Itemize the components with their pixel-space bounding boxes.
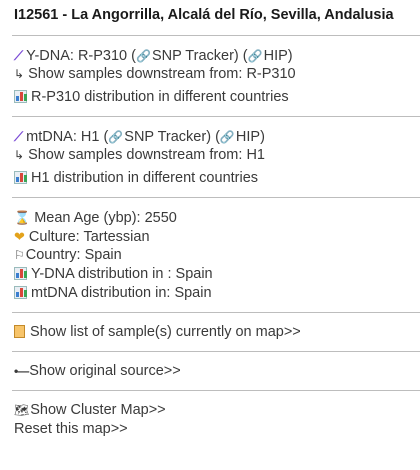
mtdna-label: mtDNA: H1 ( xyxy=(26,129,109,145)
sample-list-label: Show list of sample(s) currently on map>… xyxy=(30,324,301,340)
bar-chart-icon xyxy=(14,89,27,103)
mean-age: ⌛ Mean Age (ybp): 2550 xyxy=(14,208,406,227)
original-source-label: Show original source>> xyxy=(29,363,181,379)
mtdna-country-distribution-label: mtDNA distribution in: Spain xyxy=(31,285,212,301)
ydna-downstream-label: Show samples downstream from: R-P310 xyxy=(28,66,296,82)
arrow-return-icon: ↳ xyxy=(14,148,25,162)
country: ⚐Country: Spain xyxy=(14,246,406,265)
bar-chart-icon xyxy=(14,266,27,280)
paren-separator: ) ( xyxy=(233,48,248,64)
paren-close: ) xyxy=(260,129,265,145)
mtdna-section: ⟋ mtDNA: H1 (🔗SNP Tracker) (🔗HIP) ↳ Show s… xyxy=(14,117,406,197)
info-section: ⌛ Mean Age (ybp): 2550 ❤ Culture: Tartessi… xyxy=(14,198,406,312)
map-section: 🗺Show Cluster Map>> Reset this map>> xyxy=(14,391,406,448)
mean-age-label: Mean Age (ybp): 2550 xyxy=(34,210,177,226)
paren-close: ) xyxy=(287,48,293,64)
country-label: Country: Spain xyxy=(25,247,122,263)
ydna-section: ⟋ Y-DNA: R-P310 (🔗SNP Tracker) (🔗HIP) ↳ Sh… xyxy=(14,36,406,116)
mtdna-hip-link[interactable]: HIP xyxy=(236,129,260,145)
source-section: •—Show original source>> xyxy=(14,352,406,390)
mtdna-downstream-label: Show samples downstream from: H1 xyxy=(28,147,265,163)
sample-title: I12561 - La Angorrilla, Alcalá del Río, … xyxy=(14,7,394,23)
ydna-downstream-link[interactable]: ↳ Show samples downstream from: R-P310 xyxy=(14,65,406,84)
mtdna-snp-tracker-link[interactable]: SNP Tracker xyxy=(124,129,206,145)
ydna-hip-link[interactable]: HIP xyxy=(264,48,288,64)
hourglass-icon: ⌛ xyxy=(14,210,31,225)
culture-label: Culture: Tartessian xyxy=(28,229,150,245)
world-map-icon: 🗺 xyxy=(14,403,30,417)
dash-icon: •— xyxy=(14,364,29,378)
ydna-distribution-link[interactable]: R-P310 distribution in different countri… xyxy=(14,88,406,107)
culture: ❤ Culture: Tartessian xyxy=(14,227,406,246)
link-icon: 🔗 xyxy=(135,49,151,64)
ydna-distribution-label: R-P310 distribution in different countri… xyxy=(31,89,289,105)
mtdna-distribution-link[interactable]: H1 distribution in different countries xyxy=(14,169,406,188)
sample-list-link[interactable]: Show list of sample(s) currently on map>… xyxy=(14,323,406,342)
link-icon: 🔗 xyxy=(219,130,235,145)
mtdna-downstream-link[interactable]: ↳ Show samples downstream from: H1 xyxy=(14,146,406,165)
bar-chart-icon xyxy=(14,285,27,299)
handshake-icon: ❤ xyxy=(14,229,25,244)
link-icon: 🔗 xyxy=(108,130,124,145)
mtdna-distribution-label: H1 distribution in different countries xyxy=(31,170,259,186)
clipboard-icon xyxy=(14,324,25,338)
original-source-link[interactable]: •—Show original source>> xyxy=(14,362,406,381)
bar-chart-icon xyxy=(14,170,27,184)
ydna-country-distribution-label: Y-DNA distribution in : Spain xyxy=(31,266,213,282)
dna-icon: ⟋ xyxy=(14,129,24,144)
arrow-return-icon: ↳ xyxy=(14,67,25,81)
paren-separator: ) ( xyxy=(206,129,220,145)
reset-map-link[interactable]: Reset this map>> xyxy=(14,420,406,439)
sample-list-section: Show list of sample(s) currently on map>… xyxy=(14,313,406,351)
ydna-label: Y-DNA: R-P310 ( xyxy=(26,48,136,64)
cluster-map-link[interactable]: 🗺Show Cluster Map>> xyxy=(14,401,406,420)
ydna-snp-tracker-link[interactable]: SNP Tracker xyxy=(152,48,234,64)
flag-icon: ⚐ xyxy=(14,248,25,262)
cluster-map-label: Show Cluster Map>> xyxy=(30,402,166,418)
sample-popup: I12561 - La Angorrilla, Alcalá del Río, … xyxy=(0,0,420,448)
dna-icon: ⟋ xyxy=(14,48,24,63)
mtdna-country-distribution-link[interactable]: mtDNA distribution in: Spain xyxy=(14,284,406,303)
ydna-country-distribution-link[interactable]: Y-DNA distribution in : Spain xyxy=(14,265,406,284)
link-icon: 🔗 xyxy=(247,49,263,64)
